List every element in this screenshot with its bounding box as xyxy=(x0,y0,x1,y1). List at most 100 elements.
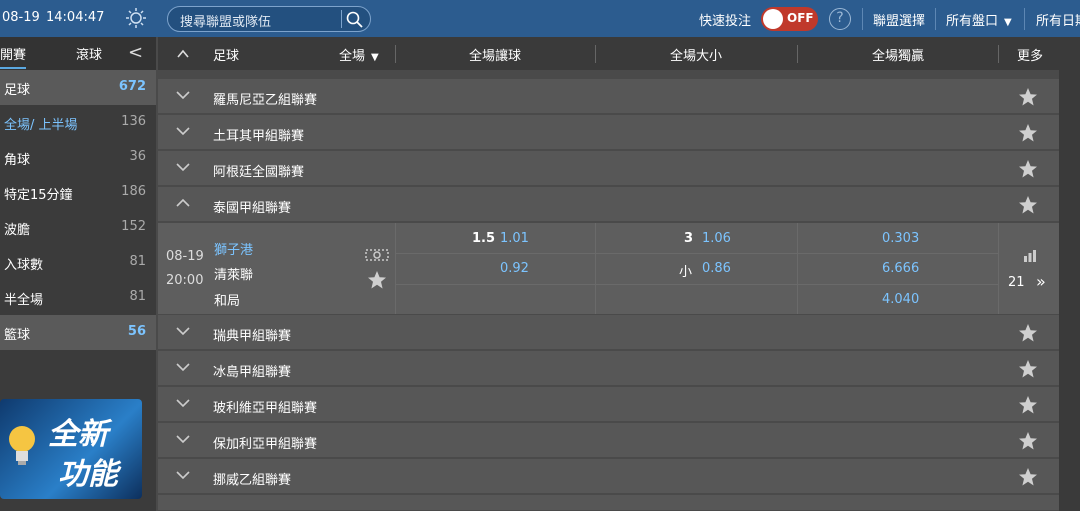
chevron-down-icon[interactable] xyxy=(175,159,191,175)
search-divider xyxy=(341,10,342,28)
league-row[interactable]: 瑞典甲組聯賽 xyxy=(158,315,1059,350)
chevron-down-icon[interactable] xyxy=(175,123,191,139)
league-row-partial[interactable] xyxy=(158,495,1059,511)
sidebar-item-label: 入球數 xyxy=(4,258,44,273)
1x2-header: 全場獨贏 xyxy=(872,49,925,64)
help-icon[interactable]: ? xyxy=(829,8,851,30)
search-input[interactable]: 搜尋聯盟或隊伍 xyxy=(167,6,371,32)
stats-icon[interactable] xyxy=(1023,250,1037,262)
search-placeholder: 搜尋聯盟或隊伍 xyxy=(180,15,272,30)
live-stream-icon[interactable] xyxy=(365,248,389,262)
scrollbar[interactable] xyxy=(1059,70,1080,511)
header-divider xyxy=(797,45,798,63)
sidebar-item-label: 半全場 xyxy=(4,293,44,308)
sidebar-item-corners[interactable]: 角球 36 xyxy=(0,140,156,175)
sidebar-item-count: 81 xyxy=(129,254,146,269)
handicap-away-odds[interactable]: 0.92 xyxy=(500,261,529,276)
handicap-line: 1.5 xyxy=(472,231,496,246)
more-markets-arrow[interactable]: » xyxy=(1036,272,1046,291)
league-select-button[interactable]: 聯盟選擇 xyxy=(873,10,925,29)
sidebar-item-fullhalf[interactable]: 全場/ 上半場 136 xyxy=(0,105,156,140)
league-name: 玻利維亞甲組聯賽 xyxy=(213,401,318,416)
league-row[interactable]: 土耳其甲組聯賽 xyxy=(158,115,1059,150)
tab-prematch[interactable]: 開賽 xyxy=(0,44,27,69)
handicap-home-odds[interactable]: 1.01 xyxy=(500,231,529,246)
star-icon[interactable] xyxy=(1018,359,1038,379)
lightbulb-icon xyxy=(9,426,35,465)
chevron-down-icon[interactable] xyxy=(175,359,191,375)
more-header: 更多 xyxy=(1017,49,1044,64)
league-row[interactable]: 玻利維亞甲組聯賽 xyxy=(158,387,1059,422)
league-name: 土耳其甲組聯賽 xyxy=(213,129,305,144)
1x2-draw-odds[interactable]: 4.040 xyxy=(882,292,919,307)
league-row[interactable]: 挪威乙組聯賽 xyxy=(158,459,1059,494)
sidebar-item-basketball[interactable]: 籃球 56 xyxy=(0,315,156,350)
sidebar-item-correct-score[interactable]: 波膽 152 xyxy=(0,210,156,245)
collapse-sidebar-icon[interactable]: < xyxy=(128,42,143,63)
league-row-expanded[interactable]: 泰國甲組聯賽 xyxy=(158,187,1059,222)
league-name: 羅馬尼亞乙組聯賽 xyxy=(213,93,318,108)
cell-divider xyxy=(797,223,798,314)
current-time: 14:04:47 xyxy=(46,10,105,25)
sidebar-item-count: 152 xyxy=(121,219,146,234)
sidebar-item-football[interactable]: 足球 672 xyxy=(0,70,156,105)
match-time: 20:00 xyxy=(166,273,204,288)
league-row[interactable]: 阿根廷全國聯賽 xyxy=(158,151,1059,186)
sidebar-item-count: 81 xyxy=(129,289,146,304)
quick-bet-label: 快速投注 xyxy=(699,14,752,29)
chevron-down-icon[interactable] xyxy=(175,431,191,447)
topbar-divider xyxy=(935,8,936,30)
star-icon[interactable] xyxy=(1018,159,1038,179)
star-icon[interactable] xyxy=(1018,395,1038,415)
star-icon[interactable] xyxy=(1018,467,1038,487)
star-icon[interactable] xyxy=(1018,431,1038,451)
toggle-state: OFF xyxy=(787,11,814,25)
league-row[interactable]: 羅馬尼亞乙組聯賽 xyxy=(158,79,1059,114)
sidebar-item-total-goals[interactable]: 入球數 81 xyxy=(0,245,156,280)
sidebar-item-15min[interactable]: 特定15分鐘 186 xyxy=(0,175,156,210)
tab-inplay[interactable]: 滾球 xyxy=(76,44,102,63)
chevron-up-icon[interactable] xyxy=(175,195,191,211)
header-divider xyxy=(595,45,596,63)
1x2-away-odds[interactable]: 6.666 xyxy=(882,261,919,276)
topbar-divider xyxy=(1024,8,1025,30)
header-divider xyxy=(395,45,396,63)
league-name: 保加利亞甲組聯賽 xyxy=(213,437,318,452)
main-content: 足球 全場 ▼ 全場讓球 全場大小 全場獨贏 更多 羅馬尼亞乙組聯賽 土耳其甲組聯… xyxy=(158,37,1080,511)
handicap-header: 全場讓球 xyxy=(469,49,522,64)
all-markets-dropdown[interactable]: 所有盤口 ▼ xyxy=(946,10,1012,29)
star-icon[interactable] xyxy=(367,270,387,290)
toggle-knob xyxy=(763,9,783,29)
star-icon[interactable] xyxy=(1018,323,1038,343)
brightness-icon[interactable] xyxy=(125,7,147,29)
league-name: 泰國甲組聯賽 xyxy=(213,201,292,216)
search-icon[interactable] xyxy=(345,10,365,30)
star-icon[interactable] xyxy=(1018,123,1038,143)
period-label: 全場 xyxy=(339,49,366,64)
star-icon[interactable] xyxy=(1018,87,1038,107)
chevron-down-icon[interactable] xyxy=(175,323,191,339)
more-markets-count[interactable]: 21 xyxy=(1008,275,1025,290)
chevron-up-icon[interactable] xyxy=(176,47,190,61)
star-icon[interactable] xyxy=(1018,195,1038,215)
chevron-down-icon[interactable] xyxy=(175,87,191,103)
over-under-header: 全場大小 xyxy=(670,49,723,64)
league-row[interactable]: 冰島甲組聯賽 xyxy=(158,351,1059,386)
sidebar-item-half-full[interactable]: 半全場 81 xyxy=(0,280,156,315)
quick-bet-toggle[interactable]: OFF xyxy=(761,7,818,31)
chevron-down-icon[interactable] xyxy=(175,395,191,411)
chevron-down-icon: ▼ xyxy=(371,52,379,63)
chevron-down-icon[interactable] xyxy=(175,467,191,483)
new-feature-banner[interactable]: 全新 功能 xyxy=(0,399,142,499)
all-markets-label: 所有盤口 xyxy=(946,14,999,29)
all-dates-dropdown[interactable]: 所有日期 xyxy=(1036,10,1080,29)
row-divider xyxy=(395,253,998,254)
1x2-home-odds[interactable]: 0.303 xyxy=(882,231,919,246)
ou-under-label: 小 xyxy=(679,265,693,280)
sidebar: 開賽 滾球 < 足球 672 全場/ 上半場 136 角球 36 特定15分鐘 … xyxy=(0,37,156,511)
cell-divider xyxy=(998,223,999,314)
ou-over-odds[interactable]: 1.06 xyxy=(702,231,731,246)
ou-under-odds[interactable]: 0.86 xyxy=(702,261,731,276)
period-dropdown[interactable]: 全場 ▼ xyxy=(339,45,379,64)
league-row[interactable]: 保加利亞甲組聯賽 xyxy=(158,423,1059,458)
